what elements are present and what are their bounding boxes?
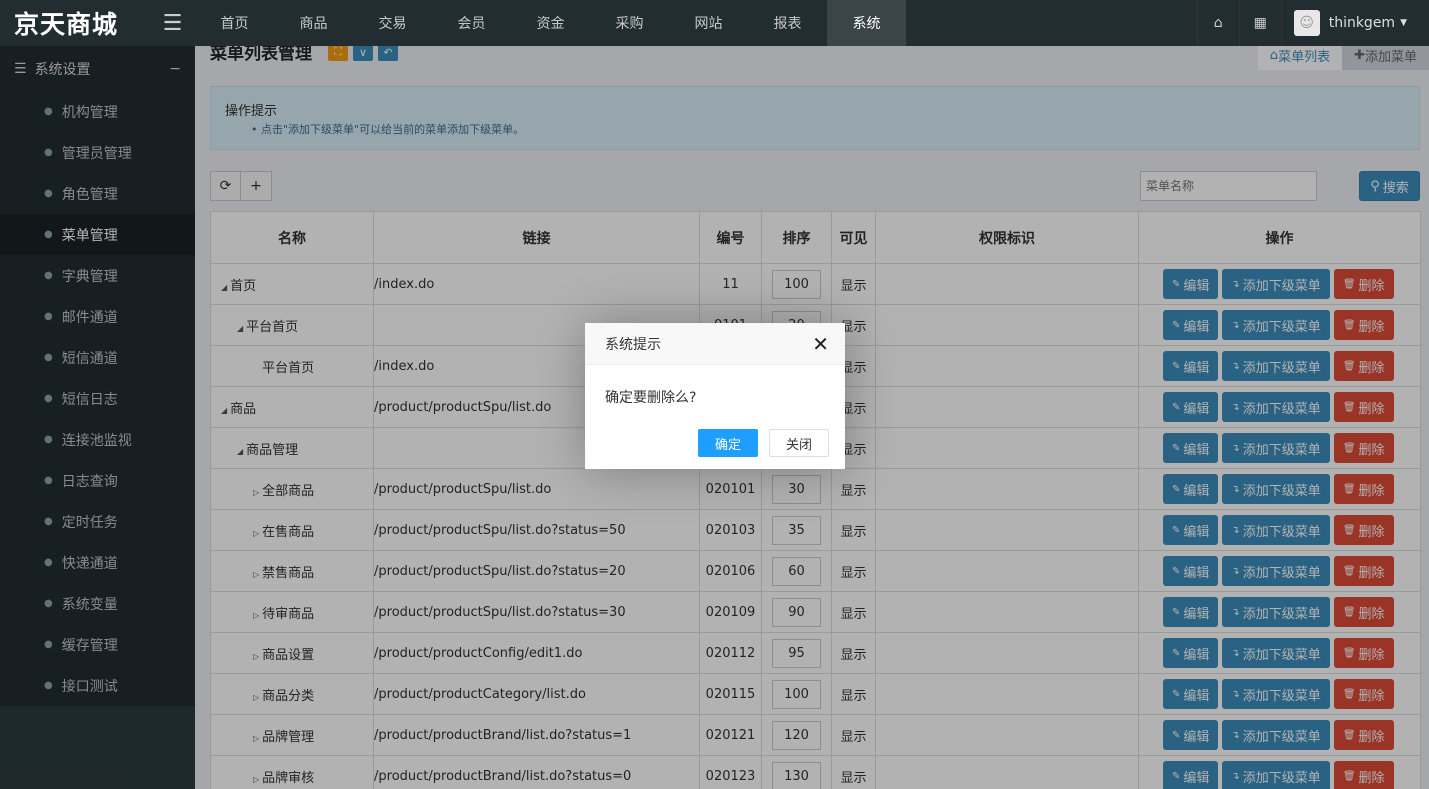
grid-icon[interactable]: ▦ (1238, 0, 1281, 46)
dialog-header: 系统提示 ✕ (585, 323, 845, 365)
nav-item[interactable]: 采购 (590, 0, 669, 46)
top-navbar: 京天商城 ☰ 首页 商品 交易 会员 资金 采购 网站 报表 系统 ⌂ ▦ ☺ thinkgem… (0, 0, 1429, 46)
nav-item[interactable]: 交易 (353, 0, 432, 46)
close-icon[interactable]: ✕ (812, 332, 829, 356)
nav-item[interactable]: 系统 (827, 0, 906, 46)
dialog-message: 确定要删除么? (605, 390, 697, 406)
nav-item[interactable]: 首页 (195, 0, 274, 46)
nav-item[interactable]: 网站 (669, 0, 748, 46)
avatar: ☺ (1293, 10, 1320, 36)
nav-item[interactable]: 商品 (274, 0, 353, 46)
logo: 京天商城 (14, 10, 119, 39)
confirm-dialog: 系统提示 ✕ 确定要删除么? 确定 关闭 (585, 323, 845, 469)
nav-item[interactable]: 会员 (432, 0, 511, 46)
cancel-button[interactable]: 关闭 (769, 429, 829, 457)
user-menu[interactable]: ☺ thinkgem ▼ (1280, 0, 1429, 46)
nav-item[interactable]: 资金 (511, 0, 590, 46)
sidebar-toggle-icon[interactable]: ☰ (150, 0, 195, 46)
dialog-title: 系统提示 (605, 336, 661, 353)
username: thinkgem (1328, 15, 1396, 31)
main-nav: 首页 商品 交易 会员 资金 采购 网站 报表 系统 (195, 0, 906, 46)
home-icon[interactable]: ⌂ (1196, 0, 1239, 46)
confirm-button[interactable]: 确定 (698, 429, 758, 457)
chevron-down-icon: ▼ (1400, 18, 1407, 28)
nav-item[interactable]: 报表 (748, 0, 827, 46)
